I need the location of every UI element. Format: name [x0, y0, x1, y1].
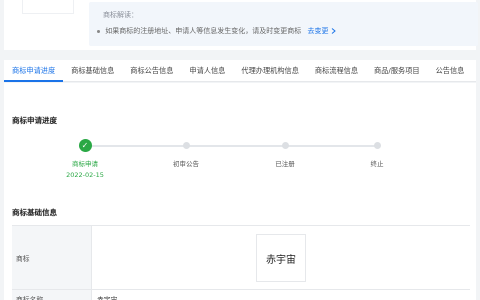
notice-text: 如果商标的注册地址、申请人等信息发生变化，请及时变更商标 [105, 27, 302, 35]
bullet-dot-icon [97, 29, 100, 33]
tab-applicant-info[interactable]: 申请人信息 [181, 60, 233, 82]
detail-tabs: 商标申请进度 商标基础信息 商标公告信息 申请人信息 代理办理机构信息 商标流程… [4, 60, 476, 82]
step-label: 已注册 [275, 160, 295, 168]
basic-info-table: 商标 赤宇宙 商标名称 赤宇宙 [12, 225, 470, 300]
row-value: 赤宇宙 [97, 295, 118, 300]
step-label: 初审公告 [173, 160, 199, 168]
tab-agency-info[interactable]: 代理办理机构信息 [233, 60, 307, 82]
table-row: 商标 赤宇宙 [12, 226, 470, 290]
step-registered: 已注册 [255, 142, 315, 168]
step-label: 终止 [370, 160, 384, 168]
trademark-detail-page: 商标解读： 如果商标的注册地址、申请人等信息发生变化，请及时变更商标 去变更 商… [0, 0, 480, 300]
tab-announcement-info[interactable]: 商标公告信息 [122, 60, 181, 82]
trademark-header: 商标解读： 如果商标的注册地址、申请人等信息发生变化，请及时变更商标 去变更 [4, 0, 478, 50]
step-application: ✓ 商标申请 2022-02-15 [55, 139, 115, 179]
row-label: 商标 [12, 226, 92, 289]
basic-info-section-title: 商标基础信息 [12, 208, 57, 217]
step-label: 商标申请 [72, 160, 98, 168]
tab-announcements[interactable]: 公告信息 [428, 60, 473, 82]
pending-dot-icon [182, 142, 190, 149]
row-label: 商标名称 [12, 290, 92, 300]
row-value: 赤宇宙 [92, 226, 470, 289]
trademark-notice: 商标解读： 如果商标的注册地址、申请人等信息发生变化，请及时变更商标 去变更 [89, 2, 478, 46]
tab-process-info[interactable]: 商标流程信息 [307, 60, 366, 82]
pending-dot-icon [373, 142, 381, 149]
notice-line: 如果商标的注册地址、申请人等信息发生变化，请及时变更商标 去变更 [97, 26, 336, 36]
tab-goods-services[interactable]: 商品/服务项目 [366, 60, 428, 82]
detail-content: 商标申请进度 ✓ 商标申请 2022-02-15 初审公告 已注册 终止 商标基… [4, 83, 476, 300]
change-link[interactable]: 去变更 [307, 27, 336, 35]
pending-dot-icon [281, 142, 289, 149]
step-preliminary: 初审公告 [156, 142, 216, 168]
step-terminated: 终止 [347, 142, 407, 168]
step-date: 2022-02-15 [66, 171, 104, 179]
trademark-thumbnail [22, 0, 74, 14]
tab-application-progress[interactable]: 商标申请进度 [4, 60, 64, 82]
table-row: 商标名称 赤宇宙 [12, 290, 470, 300]
trademark-logo: 赤宇宙 [256, 234, 306, 282]
progress-track [88, 145, 378, 147]
tab-basic-info[interactable]: 商标基础信息 [63, 60, 122, 82]
notice-title: 商标解读： [103, 11, 138, 19]
chevron-right-icon [331, 28, 336, 34]
check-icon: ✓ [78, 139, 92, 152]
progress-section-title: 商标申请进度 [12, 116, 57, 125]
